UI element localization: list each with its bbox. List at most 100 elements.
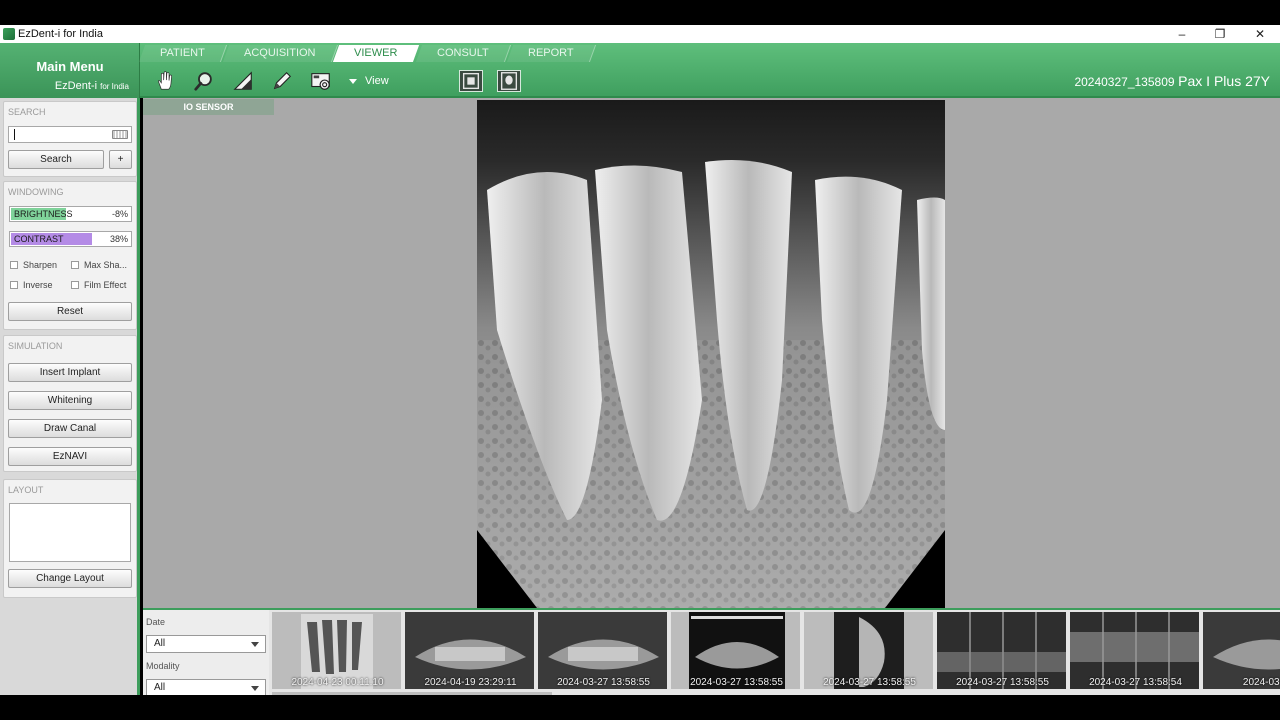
inverse-checkbox[interactable]: Inverse bbox=[10, 280, 53, 290]
patient-id: 20240327_135809 bbox=[1074, 75, 1175, 89]
module-tabs: PATIENT ACQUISITION VIEWER CONSULT REPOR… bbox=[138, 45, 596, 62]
tab-acquisition[interactable]: ACQUISITION bbox=[222, 45, 338, 62]
restore-button[interactable]: ❐ bbox=[1200, 25, 1240, 43]
tab-acquisition-label: ACQUISITION bbox=[243, 47, 316, 59]
letterbox-bottom bbox=[0, 695, 1280, 720]
max-sharpen-checkbox[interactable]: Max Sha... bbox=[71, 260, 127, 270]
thumbnail[interactable]: 2024-03-27 13:58:55 bbox=[671, 612, 802, 689]
layout-panel-title: LAYOUT bbox=[8, 485, 44, 495]
date-filter-value: All bbox=[154, 638, 166, 649]
thumbnail[interactable]: 2024-03-27 13:58:55 bbox=[804, 612, 935, 689]
draw-canal-button[interactable]: Draw Canal bbox=[8, 419, 132, 438]
patient-name: Pax I Plus 27Y bbox=[1178, 73, 1270, 89]
text-cursor bbox=[14, 129, 15, 140]
app-header: Main Menu EzDent-i for India PATIENT ACQ… bbox=[0, 43, 1280, 98]
thumbnail[interactable]: 2024-03-27 13:58:55 bbox=[937, 612, 1068, 689]
tab-viewer-label: VIEWER bbox=[354, 47, 398, 59]
film-effect-checkbox[interactable]: Film Effect bbox=[71, 280, 126, 290]
tab-viewer[interactable]: VIEWER bbox=[333, 45, 420, 62]
sharpen-label: Sharpen bbox=[23, 260, 58, 270]
image-browser: Date All Modality All 2024-04-23 00:11:1… bbox=[143, 608, 1280, 697]
patient-info: 20240327_135809 Pax I Plus 27Y bbox=[1074, 73, 1270, 89]
date-filter-select[interactable]: All bbox=[146, 635, 266, 653]
thumbnail-timestamp: 2024-04-23 00:11:10 bbox=[291, 677, 384, 688]
search-panel-title: SEARCH bbox=[8, 107, 46, 117]
tab-report[interactable]: REPORT bbox=[506, 45, 596, 62]
close-button[interactable]: ✕ bbox=[1240, 25, 1280, 43]
layout-preview[interactable] bbox=[9, 503, 131, 562]
title-bar: EzDent-i for India – ❐ ✕ bbox=[0, 25, 1280, 43]
thumbnail[interactable]: 2024-04-19 23:29:11 bbox=[405, 612, 536, 689]
change-layout-button[interactable]: Change Layout bbox=[8, 569, 132, 588]
letterbox-top bbox=[0, 0, 1280, 25]
windowing-panel: WINDOWING BRIGHTNESS -8% CONTRAST 38% Sh… bbox=[3, 181, 137, 330]
keyboard-icon[interactable] bbox=[112, 130, 128, 139]
checkbox-box bbox=[10, 281, 18, 289]
filter-panel: Date All Modality All bbox=[143, 610, 269, 697]
reset-button[interactable]: Reset bbox=[8, 302, 132, 321]
main-menu-label: Main Menu bbox=[36, 59, 104, 74]
brand-name: EzDent-i bbox=[54, 80, 98, 92]
app-window: EzDent-i for India – ❐ ✕ Main Menu EzDen… bbox=[0, 0, 1280, 720]
thumbnail[interactable]: 2024-03-27 13:58:55 bbox=[538, 612, 669, 689]
chevron-down-icon bbox=[349, 78, 357, 84]
inverse-label: Inverse bbox=[23, 280, 53, 290]
left-sidebar: SEARCH Search + WINDOWING BRIGHTNESS -8%… bbox=[0, 98, 140, 695]
layout-panel: LAYOUT Change Layout bbox=[3, 479, 137, 598]
fit-screen-icon[interactable] bbox=[458, 70, 483, 92]
insert-implant-button[interactable]: Insert Implant bbox=[8, 363, 132, 382]
view-dropdown[interactable]: View bbox=[349, 75, 389, 87]
thumbnail[interactable]: 2024-04-23 00:11:10 bbox=[272, 612, 403, 689]
modality-filter-value: All bbox=[154, 682, 166, 693]
modality-filter-label: Modality bbox=[146, 661, 180, 671]
brightness-value: -8% bbox=[111, 209, 128, 219]
eznavi-button[interactable]: EzNAVI bbox=[8, 447, 132, 466]
chevron-down-icon bbox=[251, 686, 259, 691]
image-viewer[interactable]: IO SENSOR bbox=[143, 98, 1280, 608]
contrast-value: 38% bbox=[109, 234, 128, 244]
view-dropdown-label: View bbox=[365, 75, 389, 87]
film-effect-label: Film Effect bbox=[84, 280, 127, 290]
xray-image[interactable] bbox=[477, 100, 945, 608]
contrast-slider[interactable]: CONTRAST 38% bbox=[9, 231, 132, 247]
face-scan-icon[interactable] bbox=[496, 70, 521, 92]
magnifier-icon[interactable] bbox=[189, 68, 219, 94]
io-sensor-label: IO SENSOR bbox=[143, 99, 274, 115]
camera-icon[interactable] bbox=[306, 68, 336, 94]
add-search-button[interactable]: + bbox=[109, 150, 132, 169]
simulation-panel-title: SIMULATION bbox=[8, 341, 63, 351]
whitening-button[interactable]: Whitening bbox=[8, 391, 132, 410]
thumbnail-timestamp: 2024-03-27 13:58:54 bbox=[1089, 677, 1182, 688]
search-input[interactable] bbox=[8, 126, 132, 143]
ruler-angle-icon[interactable] bbox=[228, 68, 258, 94]
pen-icon[interactable] bbox=[267, 68, 297, 94]
simulation-panel: SIMULATION Insert Implant Whitening Draw… bbox=[3, 335, 137, 472]
checkbox-box bbox=[10, 261, 18, 269]
thumbnail-timestamp: 2024-03-27 13:58:55 bbox=[557, 677, 650, 688]
thumbnail-timestamp: 2024-03-27 bbox=[1242, 677, 1280, 688]
viewer-toolbar: View bbox=[150, 67, 535, 95]
app-logo-icon bbox=[3, 28, 15, 40]
max-sharpen-label: Max Sha... bbox=[84, 260, 128, 270]
thumbnail-timestamp: 2024-04-19 23:29:11 bbox=[424, 677, 517, 688]
thumbnail-strip: 2024-04-23 00:11:10 2024-04-19 23:29:11 … bbox=[272, 612, 1280, 689]
brand-label: EzDent-i for India bbox=[55, 80, 129, 92]
thumbnail-timestamp: 2024-03-27 13:58:55 bbox=[823, 677, 916, 688]
brightness-slider[interactable]: BRIGHTNESS -8% bbox=[9, 206, 132, 222]
brightness-label: BRIGHTNESS bbox=[14, 209, 73, 219]
window-title: EzDent-i for India bbox=[18, 28, 103, 40]
sharpen-checkbox[interactable]: Sharpen bbox=[10, 260, 57, 270]
main-menu-button[interactable]: Main Menu EzDent-i for India bbox=[0, 43, 140, 98]
thumbnail-timestamp: 2024-03-27 13:58:55 bbox=[690, 677, 783, 688]
minimize-button[interactable]: – bbox=[1162, 25, 1202, 43]
chevron-down-icon bbox=[251, 642, 259, 647]
hand-pan-icon[interactable] bbox=[150, 68, 180, 94]
tab-report-label: REPORT bbox=[527, 47, 574, 59]
thumbnail[interactable]: 2024-03-27 bbox=[1203, 612, 1280, 689]
thumbnail[interactable]: 2024-03-27 13:58:54 bbox=[1070, 612, 1201, 689]
tab-patient[interactable]: PATIENT bbox=[138, 45, 227, 62]
search-button[interactable]: Search bbox=[8, 150, 104, 169]
brand-suffix: for India bbox=[100, 82, 129, 91]
tab-consult[interactable]: CONSULT bbox=[415, 45, 511, 62]
date-filter-label: Date bbox=[146, 617, 166, 627]
